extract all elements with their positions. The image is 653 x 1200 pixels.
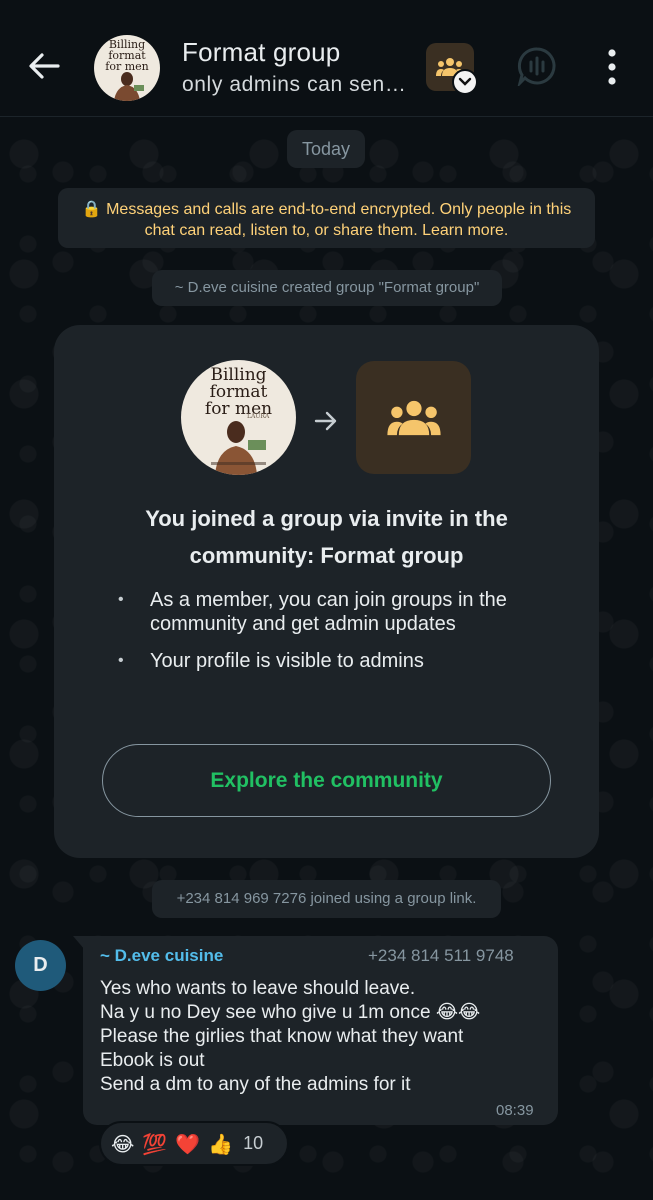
explore-community-button[interactable]: Explore the community xyxy=(102,744,551,817)
message-line: Ebook is out xyxy=(100,1050,205,1071)
reaction-thumbs-up-icon: 👍 xyxy=(208,1131,234,1156)
message-line: Yes who wants to leave should leave. xyxy=(100,978,416,999)
message-line: Send a dm to any of the admins for it xyxy=(100,1074,411,1095)
card-title-line: You joined a group via invite in the xyxy=(145,506,508,531)
group-subtitle[interactable]: only admins can sen… xyxy=(182,73,406,97)
card-bullet-list: As a member, you can join groups in the … xyxy=(112,588,532,686)
message-text: Yes who wants to leave should leave. Na … xyxy=(100,977,550,1097)
reaction-laugh-icon: 😂 xyxy=(111,1131,135,1156)
date-chip: Today xyxy=(287,130,365,168)
group-avatar[interactable]: Billing format for men xyxy=(94,35,160,101)
community-people-icon xyxy=(386,400,441,435)
reaction-hundred-icon: 💯 xyxy=(142,1131,168,1156)
avatar-portrait-image xyxy=(114,72,144,101)
sender-phone: +234 814 511 9748 xyxy=(368,946,514,965)
voice-chat-icon[interactable] xyxy=(517,46,557,86)
card-bullet: As a member, you can join groups in the … xyxy=(112,588,532,636)
card-bullet: Your profile is visible to admins xyxy=(112,649,532,673)
chat-header: Billing format for men Format group only… xyxy=(0,0,653,117)
chevron-down-icon[interactable] xyxy=(452,69,478,95)
system-message-joined: +234 814 969 7276 joined using a group l… xyxy=(152,880,501,918)
arrow-left-icon xyxy=(29,53,60,79)
sender-name[interactable]: ~ D.eve cuisine xyxy=(100,946,223,966)
avatar-portrait-image xyxy=(211,421,266,475)
encryption-notice[interactable]: 🔒 Messages and calls are end-to-end encr… xyxy=(58,188,595,248)
message-timestamp: 08:39 xyxy=(496,1102,534,1119)
card-title-line: community: Format group xyxy=(189,543,464,568)
card-title: You joined a group via invite in the com… xyxy=(80,500,573,574)
group-avatar-large: Billing format for men LAURA xyxy=(181,360,296,475)
reactions-bar[interactable]: 😂 💯 ❤️ 👍 10 xyxy=(99,1121,289,1166)
community-tile xyxy=(356,361,471,474)
reaction-heart-icon: ❤️ xyxy=(175,1131,201,1156)
more-vertical-icon[interactable] xyxy=(602,48,622,86)
reaction-count: 10 xyxy=(243,1133,264,1153)
back-button[interactable] xyxy=(22,44,66,88)
sender-avatar[interactable]: D xyxy=(15,940,66,991)
message-line: Na y u no Dey see who give u 1m once 😂😂 xyxy=(100,1002,481,1023)
system-message-created: ~ D.eve cuisine created group "Format gr… xyxy=(152,270,502,306)
message-line: Please the girlies that know what they w… xyxy=(100,1026,464,1047)
arrow-right-icon xyxy=(314,411,337,431)
group-title[interactable]: Format group xyxy=(182,37,340,68)
